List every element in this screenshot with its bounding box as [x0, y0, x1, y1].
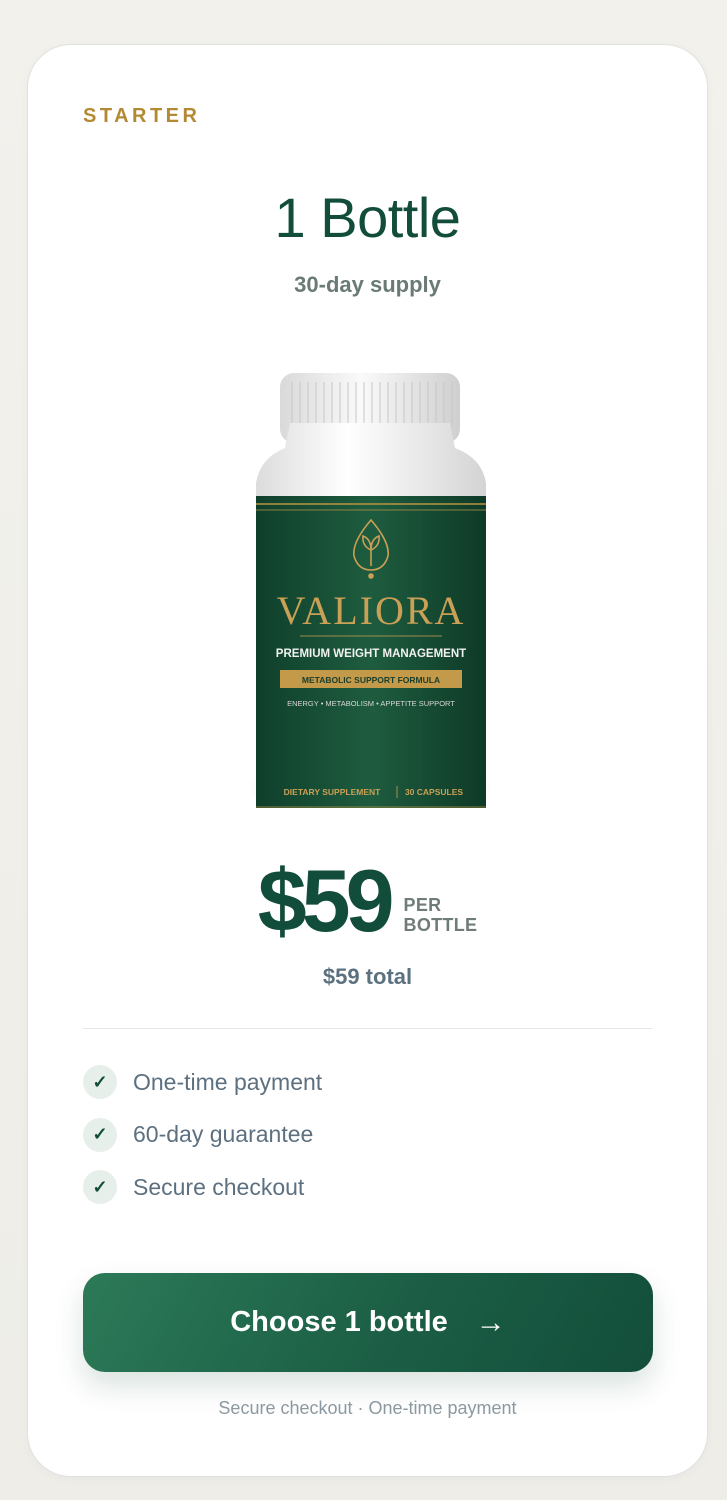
feature-label: One-time payment	[133, 1068, 323, 1095]
brand-name: VALIORA	[277, 588, 466, 633]
plan-tier-label: STARTER	[83, 105, 201, 127]
feature-item: ✓ Secure checkout	[83, 1170, 322, 1204]
feature-label: 60-day guarantee	[133, 1121, 314, 1147]
price-total: $59 total	[322, 964, 413, 989]
plan-subtitle: 30-day supply	[294, 272, 441, 297]
price-unit: PER BOTTLE	[404, 895, 478, 935]
product-formula: METABOLIC SUPPORT FORMULA	[302, 675, 440, 685]
check-icon: ✓	[83, 1170, 117, 1204]
arrow-right-icon: →	[475, 1305, 506, 1339]
cta-label: Choose 1 bottle	[230, 1306, 448, 1338]
product-benefits: ENERGY • METABOLISM • APPETITE SUPPORT	[287, 699, 455, 708]
check-icon: ✓	[83, 1065, 117, 1099]
divider	[83, 1028, 652, 1029]
feature-label: Secure checkout	[133, 1173, 305, 1200]
pricing-card: STARTER 1 Bottle 30-day supply VALIORA P…	[27, 44, 708, 1477]
bottle-illustration: VALIORA PREMIUM WEIGHT MANAGEMENT METABO…	[240, 373, 500, 826]
check-icon: ✓	[83, 1117, 117, 1152]
capsule-count: 30 CAPSULES	[405, 787, 463, 797]
price-unit-line2: BOTTLE	[403, 915, 478, 935]
feature-item: ✓ One-time payment	[83, 1065, 322, 1099]
price-row: $59 PER BOTTLE	[28, 857, 707, 945]
product-tagline: PREMIUM WEIGHT MANAGEMENT	[276, 648, 466, 660]
plan-title: 1 Bottle	[274, 186, 461, 249]
price-unit-line1: PER	[403, 895, 442, 915]
feature-list: ✓ One-time payment ✓ 60-day guarantee ✓ …	[83, 1065, 322, 1223]
feature-item: ✓ 60-day guarantee	[83, 1117, 322, 1152]
price-amount: $59	[257, 851, 395, 950]
checkout-footnote: Secure checkout · One-time payment	[218, 1398, 517, 1418]
product-bottle-image: VALIORA PREMIUM WEIGHT MANAGEMENT METABO…	[240, 328, 500, 826]
supplement-label: DIETARY SUPPLEMENT	[284, 787, 381, 797]
choose-bottle-button[interactable]: Choose 1 bottle →	[83, 1273, 653, 1372]
